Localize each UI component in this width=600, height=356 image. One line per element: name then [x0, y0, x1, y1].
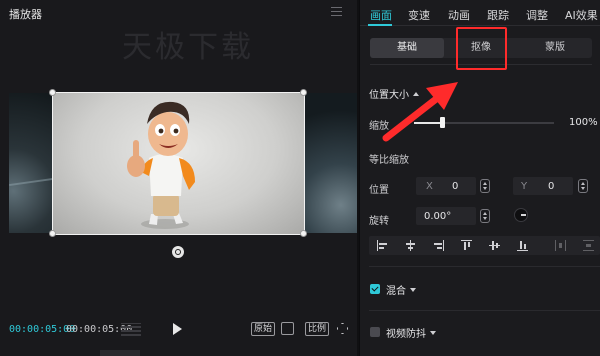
tab-animation[interactable]: 动画: [448, 7, 470, 23]
rotate-label: 旋转: [369, 216, 389, 227]
blend-label: 混合: [386, 286, 406, 297]
position-x-field[interactable]: [416, 177, 476, 195]
rotate-stepper[interactable]: [480, 209, 490, 223]
tab-picture[interactable]: 画面: [370, 7, 392, 23]
position-x-stepper[interactable]: [480, 179, 490, 193]
stabilize-heading[interactable]: 视频防抖: [386, 325, 436, 340]
distribute-v-icon[interactable]: [583, 240, 594, 251]
grid-icon[interactable]: [121, 323, 141, 336]
bottom-strip: [100, 350, 140, 356]
align-top-icon[interactable]: [461, 240, 472, 251]
uniform-scale-label: 等比缩放: [369, 155, 409, 166]
inspector-tabs: 画面 变速 动画 跟踪 调整 AI效果: [360, 0, 600, 26]
rotate-icon[interactable]: [172, 246, 184, 258]
resize-handle-top-left[interactable]: [49, 89, 56, 96]
sub-tab-basic[interactable]: 基础: [370, 38, 444, 58]
align-bottom-icon[interactable]: [517, 240, 528, 251]
distribute-h-icon[interactable]: [555, 240, 566, 251]
resize-handle-bottom-right[interactable]: [300, 230, 307, 237]
position-y-axis: Y: [521, 181, 528, 192]
align-center-h-icon[interactable]: [405, 240, 416, 251]
sub-tab-mask[interactable]: 蒙版: [518, 38, 592, 58]
expand-icon[interactable]: [337, 323, 348, 334]
active-tab-indicator: [368, 24, 392, 26]
section-divider: [369, 266, 600, 267]
aspect-ratio-button[interactable]: 比例: [305, 322, 330, 336]
position-y-value[interactable]: 0: [548, 181, 554, 192]
align-left-icon[interactable]: [377, 240, 388, 251]
stabilize-checkbox[interactable]: [370, 327, 380, 337]
tab-speed[interactable]: 变速: [408, 7, 430, 23]
caret-down-icon: [430, 331, 436, 335]
tab-ai-effects[interactable]: AI效果: [565, 7, 598, 23]
position-x-axis: X: [426, 181, 433, 192]
section-divider: [369, 310, 600, 311]
resize-handle-top-right[interactable]: [300, 89, 307, 96]
original-ratio-button[interactable]: 原始: [251, 322, 276, 336]
position-label: 位置: [369, 185, 389, 196]
watermark: 天极下载: [122, 30, 254, 65]
stabilize-label: 视频防抖: [386, 329, 426, 340]
background-right: [303, 93, 357, 233]
resize-handle-bottom-left[interactable]: [49, 230, 56, 237]
player-panel: 播放器 天极下载 00:00:05:00 00:00:05:00 原始 比例: [0, 0, 357, 356]
align-right-icon[interactable]: [433, 240, 444, 251]
position-x-value[interactable]: 0: [452, 181, 458, 192]
rotate-value[interactable]: 0.00°: [424, 211, 451, 222]
blend-checkbox[interactable]: [370, 284, 380, 294]
red-arrow-annotation: [382, 82, 458, 142]
cartoon-character: [127, 101, 195, 229]
position-y-stepper[interactable]: [578, 179, 588, 193]
align-center-v-icon[interactable]: [489, 240, 500, 251]
rotate-dial-icon[interactable]: [514, 208, 528, 222]
scale-value[interactable]: 100%: [569, 117, 598, 128]
tab-adjust[interactable]: 调整: [526, 7, 548, 23]
chroma-key-highlight: [456, 27, 507, 70]
player-title: 播放器: [9, 8, 42, 21]
background-left: [9, 93, 53, 233]
crop-icon[interactable]: [281, 322, 294, 335]
caret-down-icon: [410, 288, 416, 292]
play-icon[interactable]: [173, 323, 182, 335]
tab-tracking[interactable]: 跟踪: [487, 7, 509, 23]
menu-icon[interactable]: [331, 7, 342, 16]
blend-heading[interactable]: 混合: [386, 282, 416, 297]
